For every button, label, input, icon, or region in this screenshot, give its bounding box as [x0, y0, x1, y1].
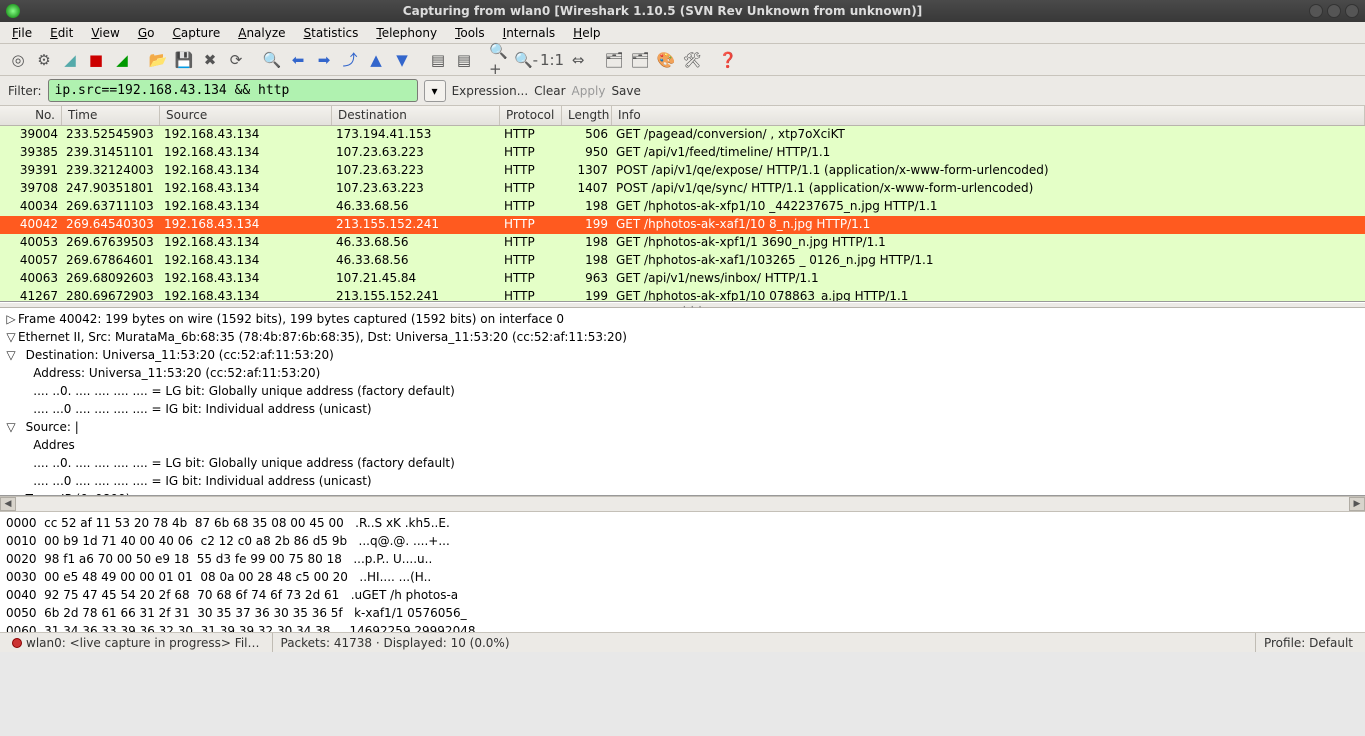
- close-button[interactable]: [1345, 4, 1359, 18]
- filter-input[interactable]: [48, 79, 418, 102]
- close-file-icon[interactable]: ✖: [198, 48, 222, 72]
- packet-list[interactable]: 39004233.52545903192.168.43.134173.194.4…: [0, 126, 1365, 302]
- options-icon[interactable]: ⚙: [32, 48, 56, 72]
- clear-link[interactable]: Clear: [534, 84, 565, 98]
- restart-icon[interactable]: ◢: [110, 48, 134, 72]
- menu-view[interactable]: View: [83, 23, 127, 43]
- status-profile[interactable]: Profile: Default: [1255, 633, 1361, 652]
- menu-go[interactable]: Go: [130, 23, 163, 43]
- menu-file[interactable]: File: [4, 23, 40, 43]
- splitter-1[interactable]: [0, 302, 1365, 308]
- first-icon[interactable]: ▲: [364, 48, 388, 72]
- app-icon: [6, 4, 20, 18]
- tree-line[interactable]: ▽ Source: |: [4, 418, 1361, 436]
- tree-line[interactable]: Address: Universa_11:53:20 (cc:52:af:11:…: [4, 364, 1361, 382]
- minimize-button[interactable]: [1309, 4, 1323, 18]
- tree-line[interactable]: .... ..0. .... .... .... .... = LG bit: …: [4, 454, 1361, 472]
- packet-row[interactable]: 39004233.52545903192.168.43.134173.194.4…: [0, 126, 1365, 144]
- toolbar: ◎ ⚙ ◢ ■ ◢ 📂 💾 ✖ ⟳ 🔍 ⬅ ➡ ⤴ ▲ ▼ ▤ ▤ 🔍+ 🔍- …: [0, 44, 1365, 76]
- menu-analyze[interactable]: Analyze: [230, 23, 293, 43]
- statusbar: wlan0: <live capture in progress> Fil… P…: [0, 632, 1365, 652]
- filterbar: Filter: ▾ Expression... Clear Apply Save: [0, 76, 1365, 106]
- status-packets: Packets: 41738 · Displayed: 10 (0.0%): [272, 633, 518, 652]
- tree-line[interactable]: Addres: [4, 436, 1361, 454]
- packet-row[interactable]: 40057269.67864601192.168.43.13446.33.68.…: [0, 252, 1365, 270]
- menubar: FileEditViewGoCaptureAnalyzeStatisticsTe…: [0, 22, 1365, 44]
- packet-headers: No. Time Source Destination Protocol Len…: [0, 106, 1365, 126]
- packet-row[interactable]: 39391239.32124003192.168.43.134107.23.63…: [0, 162, 1365, 180]
- menu-telephony[interactable]: Telephony: [368, 23, 445, 43]
- reload-icon[interactable]: ⟳: [224, 48, 248, 72]
- zoom11-icon[interactable]: 1:1: [540, 48, 564, 72]
- apply-link[interactable]: Apply: [572, 84, 606, 98]
- hex-line[interactable]: 0040 92 75 47 45 54 20 2f 68 70 68 6f 74…: [6, 586, 1359, 604]
- menu-internals[interactable]: Internals: [495, 23, 564, 43]
- hex-line[interactable]: 0050 6b 2d 78 61 66 31 2f 31 30 35 37 36…: [6, 604, 1359, 622]
- hex-line[interactable]: 0020 98 f1 a6 70 00 50 e9 18 55 d3 fe 99…: [6, 550, 1359, 568]
- coloring-icon[interactable]: 🎨: [654, 48, 678, 72]
- save-link[interactable]: Save: [611, 84, 640, 98]
- help-icon[interactable]: ❓: [716, 48, 740, 72]
- col-source[interactable]: Source: [160, 106, 332, 125]
- col-time[interactable]: Time: [62, 106, 160, 125]
- forward-icon[interactable]: ➡: [312, 48, 336, 72]
- col-dest[interactable]: Destination: [332, 106, 500, 125]
- packet-details[interactable]: ▷Frame 40042: 199 bytes on wire (1592 bi…: [0, 308, 1365, 496]
- menu-edit[interactable]: Edit: [42, 23, 81, 43]
- tree-line[interactable]: ▽ Destination: Universa_11:53:20 (cc:52:…: [4, 346, 1361, 364]
- hex-line[interactable]: 0010 00 b9 1d 71 40 00 40 06 c2 12 c0 a8…: [6, 532, 1359, 550]
- menu-capture[interactable]: Capture: [164, 23, 228, 43]
- packet-row[interactable]: 39385239.31451101192.168.43.134107.23.63…: [0, 144, 1365, 162]
- col-info[interactable]: Info: [612, 106, 1365, 125]
- menu-help[interactable]: Help: [565, 23, 608, 43]
- capfilter-icon[interactable]: 🗂: [602, 48, 626, 72]
- stop-icon[interactable]: ■: [84, 48, 108, 72]
- packet-row[interactable]: 39708247.90351801192.168.43.134107.23.63…: [0, 180, 1365, 198]
- dispfilter-icon[interactable]: 🗂: [628, 48, 652, 72]
- tree-line[interactable]: .... ..0. .... .... .... .... = LG bit: …: [4, 382, 1361, 400]
- packet-row[interactable]: 40042269.64540303192.168.43.134213.155.1…: [0, 216, 1365, 234]
- zoomin-icon[interactable]: 🔍+: [488, 48, 512, 72]
- menu-statistics[interactable]: Statistics: [296, 23, 367, 43]
- goto-icon[interactable]: ⤴: [338, 48, 362, 72]
- open-icon[interactable]: 📂: [146, 48, 170, 72]
- maximize-button[interactable]: [1327, 4, 1341, 18]
- window-title: Capturing from wlan0 [Wireshark 1.10.5 (…: [20, 4, 1305, 18]
- find-icon[interactable]: 🔍: [260, 48, 284, 72]
- autoscroll-icon[interactable]: ▤: [452, 48, 476, 72]
- save-icon[interactable]: 💾: [172, 48, 196, 72]
- col-no[interactable]: No.: [0, 106, 62, 125]
- tree-line[interactable]: .... ...0 .... .... .... .... = IG bit: …: [4, 400, 1361, 418]
- resize-cols-icon[interactable]: ⇔: [566, 48, 590, 72]
- packet-bytes[interactable]: 0000 cc 52 af 11 53 20 78 4b 87 6b 68 35…: [0, 512, 1365, 632]
- hex-line[interactable]: 0060 31 34 36 33 39 36 32 30 31 39 39 32…: [6, 622, 1359, 632]
- capture-dot-icon: [12, 638, 22, 648]
- packet-row[interactable]: 40034269.63711103192.168.43.13446.33.68.…: [0, 198, 1365, 216]
- hex-line[interactable]: 0030 00 e5 48 49 00 00 01 01 08 0a 00 28…: [6, 568, 1359, 586]
- last-icon[interactable]: ▼: [390, 48, 414, 72]
- start-icon[interactable]: ◢: [58, 48, 82, 72]
- tree-line[interactable]: .... ...0 .... .... .... .... = IG bit: …: [4, 472, 1361, 490]
- interfaces-icon[interactable]: ◎: [6, 48, 30, 72]
- filter-dropdown[interactable]: ▾: [424, 80, 446, 102]
- packet-row[interactable]: 40053269.67639503192.168.43.13446.33.68.…: [0, 234, 1365, 252]
- expression-link[interactable]: Expression...: [452, 84, 529, 98]
- titlebar: Capturing from wlan0 [Wireshark 1.10.5 (…: [0, 0, 1365, 22]
- tree-line[interactable]: ▽Ethernet II, Src: MurataMa_6b:68:35 (78…: [4, 328, 1361, 346]
- col-length[interactable]: Length: [562, 106, 612, 125]
- colorize-icon[interactable]: ▤: [426, 48, 450, 72]
- col-protocol[interactable]: Protocol: [500, 106, 562, 125]
- zoomout-icon[interactable]: 🔍-: [514, 48, 538, 72]
- h-scrollbar[interactable]: ◀▶: [0, 496, 1365, 512]
- packet-row[interactable]: 40063269.68092603192.168.43.134107.21.45…: [0, 270, 1365, 288]
- back-icon[interactable]: ⬅: [286, 48, 310, 72]
- status-iface: wlan0: <live capture in progress> Fil…: [26, 636, 260, 650]
- prefs-icon[interactable]: 🛠: [680, 48, 704, 72]
- menu-tools[interactable]: Tools: [447, 23, 493, 43]
- filter-label: Filter:: [8, 84, 42, 98]
- hex-line[interactable]: 0000 cc 52 af 11 53 20 78 4b 87 6b 68 35…: [6, 514, 1359, 532]
